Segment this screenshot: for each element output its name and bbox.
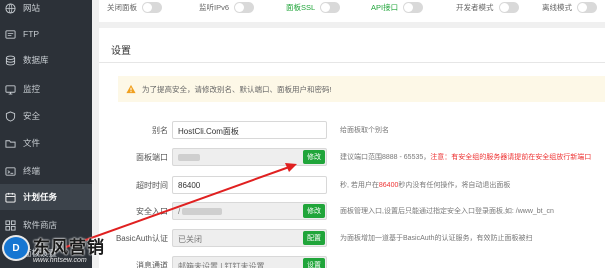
port-hint-warning: 注意：有安全组的服务器请提前在安全组放行新端口: [430, 154, 592, 161]
sidebar-item-label: 安全: [23, 111, 41, 121]
dev-mode-toggle[interactable]: [498, 2, 519, 13]
switch-label: API接口: [371, 3, 399, 12]
alias-hint: 给面板取个别名: [340, 127, 389, 134]
settings-panel: 设置 为了提高安全，请修改别名、默认端口、面板用户和密码! 别名 HostCli…: [99, 28, 605, 268]
switch-dev-mode: 开发者模式: [456, 2, 519, 13]
alias-input[interactable]: HostCli.Com面板: [172, 121, 327, 139]
switch-ipv6: 监听IPv6: [199, 2, 255, 13]
alias-label: 别名: [152, 126, 168, 135]
security-notice: 为了提高安全，请修改别名、默认端口、面板用户和密码!: [118, 76, 605, 102]
entrance-edit-button[interactable]: 修改: [303, 204, 325, 218]
ftp-icon: [5, 29, 16, 40]
redacted-value: [178, 154, 200, 162]
port-row: 面板端口 修改 建议端口范围8888 - 65535，注意：有安全组的服务器请提…: [99, 148, 605, 166]
timeout-input[interactable]: 86400: [172, 176, 327, 194]
basicauth-config-button[interactable]: 配置: [303, 231, 325, 245]
watermark-text: 东风营销 www.hntsew.com: [33, 233, 105, 264]
basicauth-hint: 为面板增加一道基于BasicAuth的认证服务，有效防止面板被扫: [340, 235, 533, 242]
terminal-icon: [5, 166, 16, 177]
warning-icon: [126, 84, 136, 94]
switch-label: 离线模式: [542, 3, 572, 12]
entrance-row: 安全入口 / 修改 面板管理入口,设置后只能通过指定安全入口登录面板,如: /w…: [99, 202, 605, 220]
api-toggle[interactable]: [403, 2, 424, 13]
notify-label: 消息通道: [136, 261, 168, 268]
switch-close-panel: 关闭面板: [107, 2, 162, 13]
database-icon: [5, 55, 16, 66]
ssl-toggle[interactable]: [320, 2, 341, 13]
calendar-icon: [5, 192, 16, 203]
close-panel-toggle[interactable]: [142, 2, 162, 13]
switch-offline-mode: 离线模式: [542, 2, 597, 13]
timeout-hint-value: 86400: [378, 182, 399, 189]
offline-mode-toggle[interactable]: [577, 2, 597, 13]
alias-row: 别名 HostCli.Com面板 给面板取个别名: [99, 121, 605, 139]
timeout-hint-a: 秒, 若用户在: [340, 182, 379, 189]
switch-label: 关闭面板: [107, 3, 137, 12]
port-hint: 建议端口范围8888 - 65535，注意：有安全组的服务器请提前在安全组放行新…: [340, 152, 591, 162]
switch-ssl: 面板SSL: [286, 2, 341, 13]
switch-bar: 关闭面板 监听IPv6 面板SSL API接口 开发者模式 离线模式: [99, 0, 605, 22]
sidebar-item-label: 文件: [23, 138, 41, 148]
basicauth-row: BasicAuth认证 已关闭 配置 为面板增加一道基于BasicAuth的认证…: [99, 229, 605, 247]
shield-icon: [5, 110, 16, 122]
timeout-label: 超时时间: [136, 181, 168, 190]
divider: [99, 62, 605, 63]
sidebar-item-label: 网站: [23, 3, 41, 13]
main-content: 关闭面板 监听IPv6 面板SSL API接口 开发者模式 离线模式 设置 为了…: [92, 0, 605, 268]
timeout-hint-b: 秒内没有任何操作，将自动退出面板: [398, 182, 511, 189]
sidebar-item-label: 终端: [23, 166, 41, 176]
entrance-label: 安全入口: [136, 207, 168, 216]
globe-icon: [5, 2, 16, 14]
watermark-logo: D: [2, 235, 30, 261]
sidebar-item-label: 数据库: [23, 55, 49, 65]
sidebar-item-terminal[interactable]: 终端: [0, 158, 92, 184]
ipv6-toggle[interactable]: [234, 2, 255, 13]
port-edit-button[interactable]: 修改: [303, 150, 325, 164]
switch-label: 开发者模式: [456, 3, 494, 12]
panel-title: 设置: [111, 46, 131, 57]
switch-api: API接口: [371, 2, 424, 13]
port-hint-text: 建议端口范围8888 - 65535，: [340, 154, 431, 161]
notice-text: 为了提高安全，请修改别名、默认端口、面板用户和密码!: [142, 84, 332, 94]
sidebar-item-label: 计划任务: [23, 192, 58, 202]
sidebar-item-website[interactable]: 网站: [0, 0, 92, 21]
sidebar-item-monitor[interactable]: 监控: [0, 76, 92, 102]
sidebar-item-security[interactable]: 安全: [0, 103, 92, 129]
folder-icon: [5, 138, 16, 149]
switch-label: 监听IPv6: [199, 3, 230, 12]
watermark-title: 东风营销: [33, 237, 105, 258]
entrance-value-prefix: /: [178, 207, 181, 216]
sidebar-item-cron[interactable]: 计划任务: [0, 184, 92, 210]
notify-settings-button[interactable]: 设置: [303, 258, 325, 268]
port-label: 面板端口: [136, 153, 168, 162]
sidebar-item-label: FTP: [23, 29, 40, 39]
redacted-value: [182, 208, 223, 216]
sidebar-item-database[interactable]: 数据库: [0, 47, 92, 73]
notify-row: 消息通道 邮箱未设置 | 钉钉未设置 设置: [99, 256, 605, 268]
entrance-hint: 面板管理入口,设置后只能通过指定安全入口登录面板,如: /www_bt_cn: [340, 208, 554, 215]
timeout-row: 超时时间 86400 秒, 若用户在86400秒内没有任何操作，将自动退出面板: [99, 176, 605, 194]
monitor-icon: [5, 84, 16, 95]
sidebar-item-files[interactable]: 文件: [0, 130, 92, 156]
sidebar-item-label: 监控: [23, 84, 41, 94]
switch-label: 面板SSL: [286, 3, 316, 12]
sidebar-item-ftp[interactable]: FTP: [0, 21, 92, 47]
basicauth-label: BasicAuth认证: [115, 234, 168, 243]
watermark: D 东风营销 www.hntsew.com: [2, 228, 122, 268]
timeout-hint: 秒, 若用户在86400秒内没有任何操作，将自动退出面板: [340, 180, 510, 190]
